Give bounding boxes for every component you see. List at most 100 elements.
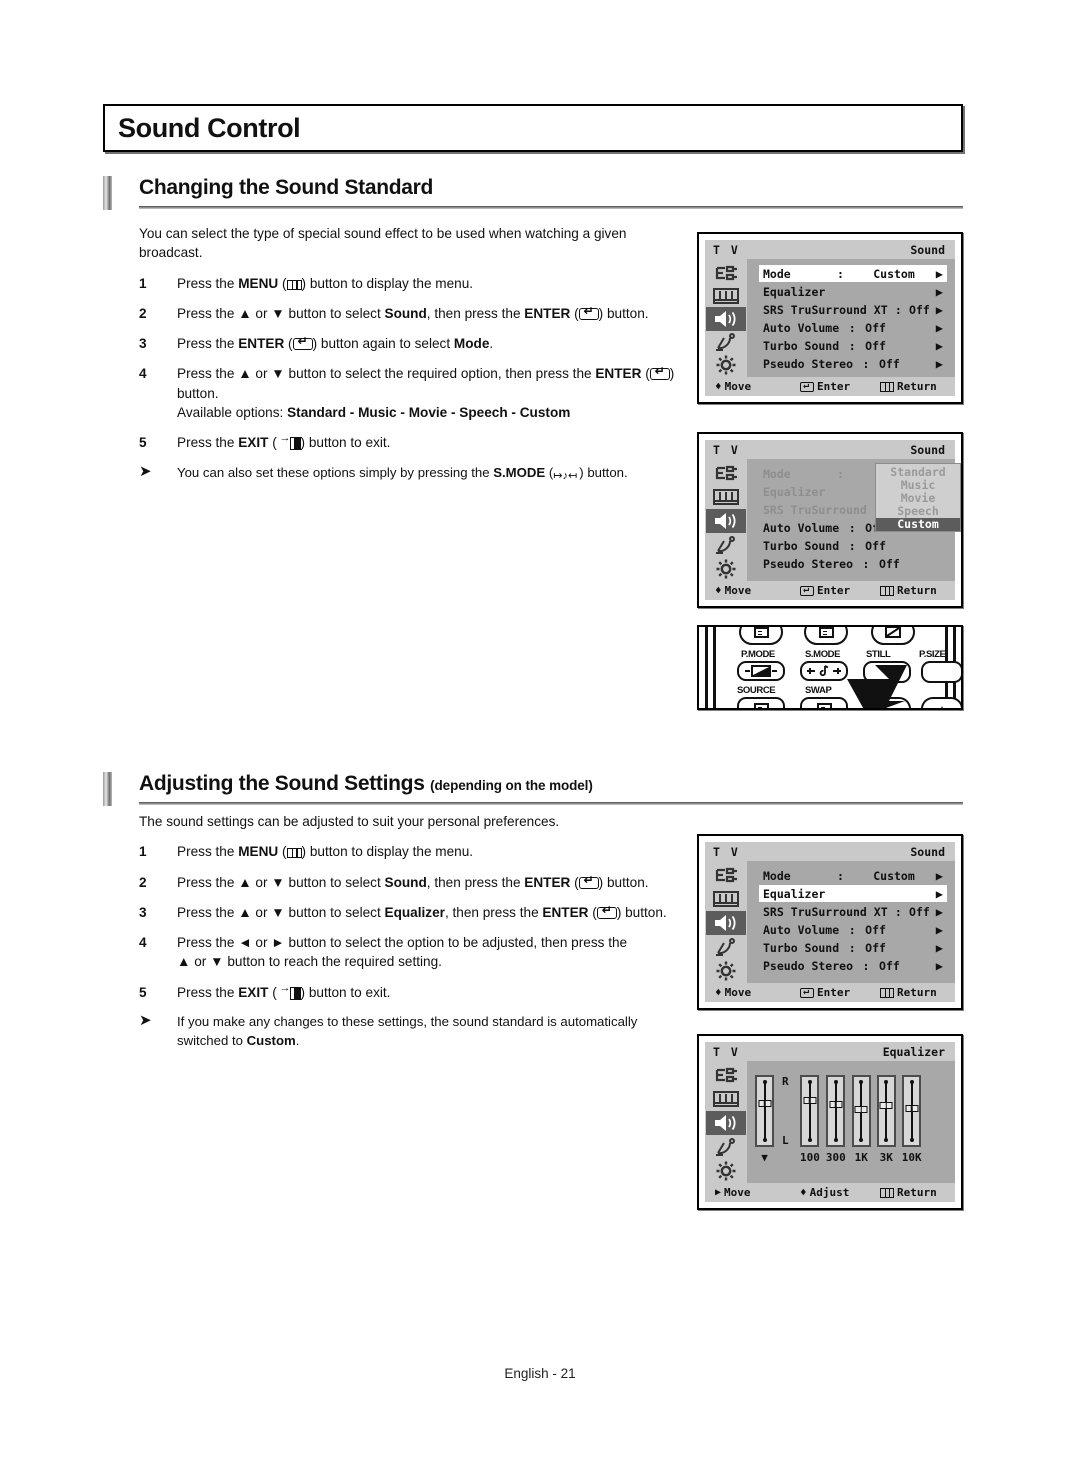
- remote-button-top-2[interactable]: [804, 627, 848, 645]
- satellite-dish-icon[interactable]: [706, 935, 746, 959]
- slider-track[interactable]: [902, 1075, 922, 1147]
- satellite-dish-icon[interactable]: [706, 331, 746, 354]
- chevron-right-icon[interactable]: ▶: [927, 869, 943, 883]
- picture-icon[interactable]: [706, 1087, 746, 1111]
- chevron-right-icon[interactable]: ▶: [930, 905, 943, 919]
- satellite-dish-icon[interactable]: [706, 533, 746, 557]
- chapter-title: Sound Control: [118, 112, 301, 143]
- setup-gear-icon[interactable]: [706, 959, 746, 983]
- step-item: 1 Press the MENU () button to display the…: [139, 274, 684, 293]
- sound-speaker-icon[interactable]: [706, 307, 746, 331]
- osd-menu-rows[interactable]: Mode: Custom ▶ Equalizer ▶ SRS TruSurround XT…: [747, 861, 955, 983]
- chevron-right-icon[interactable]: ▶: [927, 357, 943, 371]
- slider-track[interactable]: [876, 1075, 896, 1147]
- sound-speaker-icon[interactable]: [706, 509, 746, 533]
- input-source-icon[interactable]: [706, 1063, 746, 1087]
- equalizer-band-slider[interactable]: 1K: [851, 1075, 871, 1164]
- input-source-icon[interactable]: [706, 461, 746, 485]
- slider-track[interactable]: [755, 1075, 774, 1147]
- osd-enter-label: Enter: [817, 380, 851, 393]
- remote-button-top-1[interactable]: [739, 627, 783, 645]
- osd-sidebar[interactable]: [705, 1061, 747, 1183]
- sound-speaker-icon[interactable]: [706, 1111, 746, 1135]
- picture-icon[interactable]: [706, 485, 746, 509]
- slider-knob[interactable]: [879, 1101, 893, 1109]
- osd-menu-row[interactable]: Turbo Sound: Off: [759, 537, 947, 554]
- osd-return-label: Return: [897, 584, 937, 597]
- chevron-right-icon[interactable]: ▶: [927, 887, 943, 901]
- remote-smode-button[interactable]: [800, 661, 848, 681]
- slider-track[interactable]: [851, 1075, 871, 1147]
- osd-menu-row[interactable]: Pseudo Stereo: Off ▶: [759, 957, 947, 974]
- remote-pmode-button[interactable]: [737, 661, 785, 681]
- equalizer-balance-slider[interactable]: ▼: [755, 1075, 774, 1164]
- osd-row-value: Custom: [873, 868, 915, 883]
- osd-adjust-label: Adjust: [809, 1186, 850, 1199]
- section-2-steps: 1 Press the MENU () button to display the…: [139, 842, 684, 1002]
- osd-menu-rows[interactable]: Mode: Custom ▶ Equalizer ▶ SRS TruSurround XT…: [747, 259, 955, 377]
- osd-menu-row[interactable]: Mode: Custom ▶: [759, 265, 947, 282]
- chevron-right-icon[interactable]: ▶: [927, 923, 943, 937]
- chevron-right-icon[interactable]: ▶: [927, 267, 943, 281]
- setup-gear-icon[interactable]: [706, 557, 746, 581]
- osd-menu-row[interactable]: Equalizer ▶: [759, 885, 947, 902]
- updown-icon: ♦: [715, 380, 722, 393]
- sound-speaker-icon[interactable]: [706, 911, 746, 935]
- remote-psize-button[interactable]: [921, 661, 961, 683]
- osd-source-label: T V: [713, 242, 740, 257]
- equalizer-band-slider[interactable]: 10K: [902, 1075, 922, 1164]
- mode-options-dropdown[interactable]: Standard Music Movie Speech Custom: [875, 463, 961, 532]
- slider-knob[interactable]: [829, 1100, 843, 1108]
- chevron-right-icon[interactable]: ▶: [927, 959, 943, 973]
- osd-menu-row[interactable]: SRS TruSurround XT: Off ▶: [759, 903, 947, 920]
- slider-knob[interactable]: [854, 1106, 868, 1114]
- remote-swap-button[interactable]: [800, 697, 848, 708]
- osd-row-colon: :: [837, 466, 844, 481]
- equalizer-band-slider[interactable]: 100: [800, 1075, 820, 1164]
- chevron-right-icon[interactable]: ▶: [927, 321, 943, 335]
- osd-menu-row[interactable]: Pseudo Stereo: Off: [759, 555, 947, 572]
- osd-menu-row[interactable]: Mode: Custom ▶: [759, 867, 947, 884]
- equalizer-band-slider[interactable]: 300: [826, 1075, 846, 1164]
- chevron-right-icon[interactable]: ▶: [930, 303, 943, 317]
- input-source-icon[interactable]: [706, 863, 746, 887]
- osd-menu-row[interactable]: Auto Volume: Off ▶: [759, 319, 947, 336]
- osd-menu-rows[interactable]: Standard Music Movie Speech Custom Mode: Equa…: [747, 459, 961, 581]
- remote-up-button[interactable]: ▲: [921, 697, 961, 708]
- osd-menu-row[interactable]: Equalizer ▶: [759, 283, 947, 300]
- equalizer-band-slider[interactable]: 3K: [876, 1075, 896, 1164]
- satellite-dish-icon[interactable]: [706, 1135, 746, 1159]
- osd-row-colon: :: [862, 356, 870, 371]
- setup-gear-icon[interactable]: [706, 354, 746, 377]
- dropdown-option[interactable]: Custom: [876, 518, 960, 531]
- input-source-icon[interactable]: [706, 261, 746, 284]
- picture-icon[interactable]: [706, 887, 746, 911]
- enter-key-icon: [649, 367, 670, 381]
- osd-menu-row[interactable]: Turbo Sound: Off ▶: [759, 939, 947, 956]
- remote-source-button[interactable]: [737, 697, 785, 708]
- osd-menu-row[interactable]: SRS TruSurround XT: Off ▶: [759, 301, 947, 318]
- osd-sidebar[interactable]: [705, 259, 747, 377]
- osd-row-colon: :: [848, 922, 856, 937]
- chevron-right-icon[interactable]: ▶: [927, 941, 943, 955]
- osd-sidebar[interactable]: [705, 861, 747, 983]
- setup-gear-icon[interactable]: [706, 1159, 746, 1183]
- picture-icon[interactable]: [706, 284, 746, 307]
- enter-key-icon: [596, 906, 617, 919]
- slider-track[interactable]: [800, 1075, 820, 1147]
- osd-menu-row[interactable]: Auto Volume: Off ▶: [759, 921, 947, 938]
- chevron-right-icon[interactable]: ▶: [927, 285, 943, 299]
- osd-menu-row[interactable]: Turbo Sound: Off ▶: [759, 337, 947, 354]
- chevron-right-icon[interactable]: ▶: [927, 339, 943, 353]
- slider-knob[interactable]: [803, 1096, 817, 1104]
- osd-row-value: Off: [865, 320, 886, 335]
- osd-menu-row[interactable]: Pseudo Stereo: Off ▶: [759, 355, 947, 372]
- equalizer-area[interactable]: ▼ R L 100 300 1K 3K 10K: [747, 1061, 955, 1183]
- osd-row-label: Mode: [763, 868, 791, 883]
- remote-button-top-3[interactable]: [871, 627, 915, 645]
- osd-sidebar[interactable]: [705, 459, 747, 581]
- slider-track[interactable]: [826, 1075, 846, 1147]
- osd-row-value: Off: [879, 556, 900, 571]
- slider-knob[interactable]: [905, 1104, 919, 1112]
- slider-knob[interactable]: [758, 1100, 771, 1108]
